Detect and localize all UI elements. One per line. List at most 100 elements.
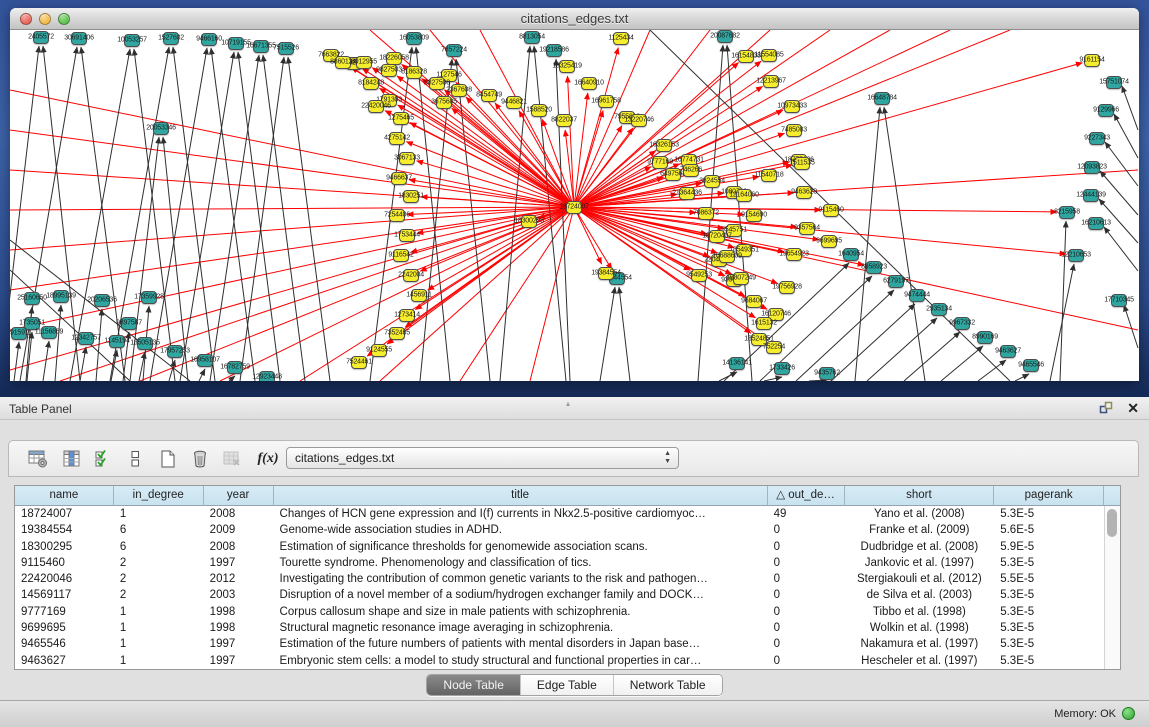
graph-node-6497568[interactable]: 6497568 bbox=[665, 168, 681, 181]
graph-node-19756928[interactable]: 19756928 bbox=[779, 281, 795, 294]
graph-node-6279197[interactable]: 6279197 bbox=[888, 275, 904, 288]
graph-node-18300295[interactable]: 18300295 bbox=[521, 215, 537, 228]
graph-node-12923448[interactable]: 12923448 bbox=[259, 371, 275, 382]
cell-in_degree[interactable]: 1 bbox=[114, 604, 204, 620]
graph-node-8958923[interactable]: 8958923 bbox=[866, 261, 882, 274]
cell-short[interactable]: Tibbo et al. (1998) bbox=[844, 604, 994, 620]
delete-table-button[interactable] bbox=[219, 446, 245, 472]
cell-short[interactable]: Franke et al. (2009) bbox=[844, 522, 994, 538]
graph-node-1733426[interactable]: 1733426 bbox=[774, 362, 790, 375]
cell-in_degree[interactable]: 2 bbox=[114, 571, 204, 587]
graph-node-16961758[interactable]: 16961758 bbox=[598, 95, 614, 108]
graph-node-8186328[interactable]: 8186328 bbox=[406, 66, 422, 79]
cell-year[interactable]: 2008 bbox=[204, 506, 274, 522]
graph-node-8990169[interactable]: 8990169 bbox=[977, 331, 993, 344]
cell-out_de[interactable]: 0 bbox=[768, 604, 845, 620]
graph-node-14136141[interactable]: 14136141 bbox=[729, 357, 745, 370]
graph-node-9967332[interactable]: 9967332 bbox=[954, 317, 970, 330]
graph-node-16782759[interactable]: 16782759 bbox=[227, 361, 243, 374]
cell-year[interactable]: 1997 bbox=[204, 555, 274, 571]
graph-node-9463627[interactable]: 9463627 bbox=[1000, 345, 1016, 358]
graph-node-17359928[interactable]: 17359928 bbox=[141, 291, 157, 304]
cell-year[interactable]: 1998 bbox=[204, 604, 274, 620]
graph-node-11540718[interactable]: 11540718 bbox=[761, 169, 777, 182]
graph-node-9154690[interactable]: 9154690 bbox=[746, 209, 762, 222]
cell-name[interactable]: 9463627 bbox=[15, 653, 114, 669]
graph-node-16648784[interactable]: 16648784 bbox=[874, 92, 890, 105]
graph-node-12210653[interactable]: 12210653 bbox=[1068, 249, 1084, 262]
cell-year[interactable]: 1997 bbox=[204, 636, 274, 652]
graph-node-8215958[interactable]: 8215958 bbox=[1059, 206, 1075, 219]
graph-node-18325419[interactable]: 18325419 bbox=[559, 60, 575, 73]
cell-out_de[interactable]: 0 bbox=[768, 571, 845, 587]
cell-title[interactable]: Estimation of significance thresholds fo… bbox=[274, 539, 768, 555]
graph-node-19218586[interactable]: 19218586 bbox=[546, 44, 562, 57]
graph-node-8184248[interactable]: 8184248 bbox=[363, 77, 379, 90]
unselect-all-columns-button[interactable] bbox=[123, 446, 149, 472]
graph-node-16958107[interactable]: 16958107 bbox=[197, 354, 213, 367]
graph-node-7857224[interactable]: 7857224 bbox=[446, 44, 462, 57]
graph-node-9124555[interactable]: 9124555 bbox=[371, 344, 387, 357]
graph-node-1640954[interactable]: 1640954 bbox=[843, 248, 859, 261]
tab-edge-table[interactable]: Edge Table bbox=[521, 675, 614, 695]
function-builder-button[interactable]: f(x) bbox=[255, 446, 281, 472]
cell-in_degree[interactable]: 6 bbox=[114, 522, 204, 538]
graph-node-10688609[interactable]: 10688609 bbox=[719, 250, 735, 263]
graph-node-7511535[interactable]: 7511535 bbox=[794, 157, 810, 170]
column-header-year[interactable]: year bbox=[204, 486, 274, 506]
graph-node-1456911[interactable]: 1456911 bbox=[411, 289, 427, 302]
cell-pagerank[interactable]: 5.3E-5 bbox=[994, 506, 1104, 522]
graph-node-13505135[interactable]: 13505135 bbox=[137, 337, 153, 350]
cell-name[interactable]: 22420046 bbox=[15, 571, 114, 587]
graph-node-9435762[interactable]: 9435762 bbox=[819, 367, 835, 380]
graph-node-1753444[interactable]: 1753444 bbox=[399, 229, 415, 242]
graph-node-1527602[interactable]: 1527602 bbox=[163, 32, 179, 45]
float-panel-icon[interactable] bbox=[1099, 401, 1113, 415]
graph-node-9549253[interactable]: 9549253 bbox=[691, 269, 707, 282]
graph-node-3675685[interactable]: 3675685 bbox=[436, 96, 452, 109]
cell-out_de[interactable]: 0 bbox=[768, 587, 845, 603]
graph-node-9161154[interactable]: 9161154 bbox=[1084, 54, 1100, 67]
graph-node-2367608[interactable]: 2367608 bbox=[451, 84, 467, 97]
graph-node-12213967[interactable]: 12213967 bbox=[763, 75, 779, 88]
graph-node-1275465[interactable]: 1275465 bbox=[393, 112, 409, 125]
graph-node-3067133[interactable]: 3067133 bbox=[399, 152, 415, 165]
graph-node-20087682[interactable]: 20087682 bbox=[717, 30, 733, 43]
cell-year[interactable]: 2012 bbox=[204, 571, 274, 587]
cell-short[interactable]: de Silva et al. (2003) bbox=[844, 587, 994, 603]
cell-in_degree[interactable]: 2 bbox=[114, 555, 204, 571]
graph-node-22420046[interactable]: 22420046 bbox=[368, 100, 384, 113]
graph-node-12342757[interactable]: 12342757 bbox=[78, 332, 94, 345]
graph-node-11554085[interactable]: 11554085 bbox=[761, 49, 777, 62]
graph-node-9465546[interactable]: 9465546 bbox=[1023, 359, 1039, 372]
graph-node-11156869[interactable]: 11156869 bbox=[41, 326, 57, 339]
table-row[interactable]: 946554611997Estimation of the future num… bbox=[15, 636, 1104, 652]
cell-pagerank[interactable]: 5.3E-5 bbox=[994, 604, 1104, 620]
graph-node-7485083[interactable]: 7485083 bbox=[786, 124, 802, 137]
cell-pagerank[interactable]: 5.3E-5 bbox=[994, 555, 1104, 571]
graph-node-7254406[interactable]: 7254406 bbox=[389, 209, 405, 222]
cell-title[interactable]: Disruption of a novel member of a sodium… bbox=[274, 587, 768, 603]
graph-node-8813054[interactable]: 8813054 bbox=[524, 31, 540, 44]
graph-node-1830251[interactable]: 1830251 bbox=[403, 190, 419, 203]
cell-in_degree[interactable]: 1 bbox=[114, 653, 204, 669]
graph-node-19654923[interactable]: 19654923 bbox=[786, 248, 802, 261]
table-row[interactable]: 977716911998Corpus callosum shape and si… bbox=[15, 604, 1104, 620]
cell-out_de[interactable]: 0 bbox=[768, 636, 845, 652]
tab-network-table[interactable]: Network Table bbox=[614, 675, 722, 695]
graph-node-9446821[interactable]: 9446821 bbox=[506, 96, 522, 109]
graph-node-20053346[interactable]: 20053346 bbox=[153, 122, 169, 135]
graph-node-1615132[interactable]: 1615132 bbox=[756, 317, 772, 330]
graph-node-8860124[interactable]: 8860124 bbox=[335, 56, 351, 69]
select-all-columns-button[interactable] bbox=[91, 446, 117, 472]
table-vertical-scrollbar[interactable] bbox=[1104, 506, 1120, 669]
graph-node-8822037[interactable]: 8822037 bbox=[556, 114, 572, 127]
column-header-name[interactable]: name bbox=[15, 486, 114, 506]
cell-out_de[interactable]: 0 bbox=[768, 620, 845, 636]
column-header-title[interactable]: title bbox=[274, 486, 768, 506]
graph-node-9115460[interactable]: 9115460 bbox=[823, 204, 839, 217]
cell-short[interactable]: Dudbridge et al. (2008) bbox=[844, 539, 994, 555]
create-column-button[interactable] bbox=[155, 446, 181, 472]
cell-in_degree[interactable]: 1 bbox=[114, 620, 204, 636]
cell-short[interactable]: Nakamura et al. (1997) bbox=[844, 636, 994, 652]
